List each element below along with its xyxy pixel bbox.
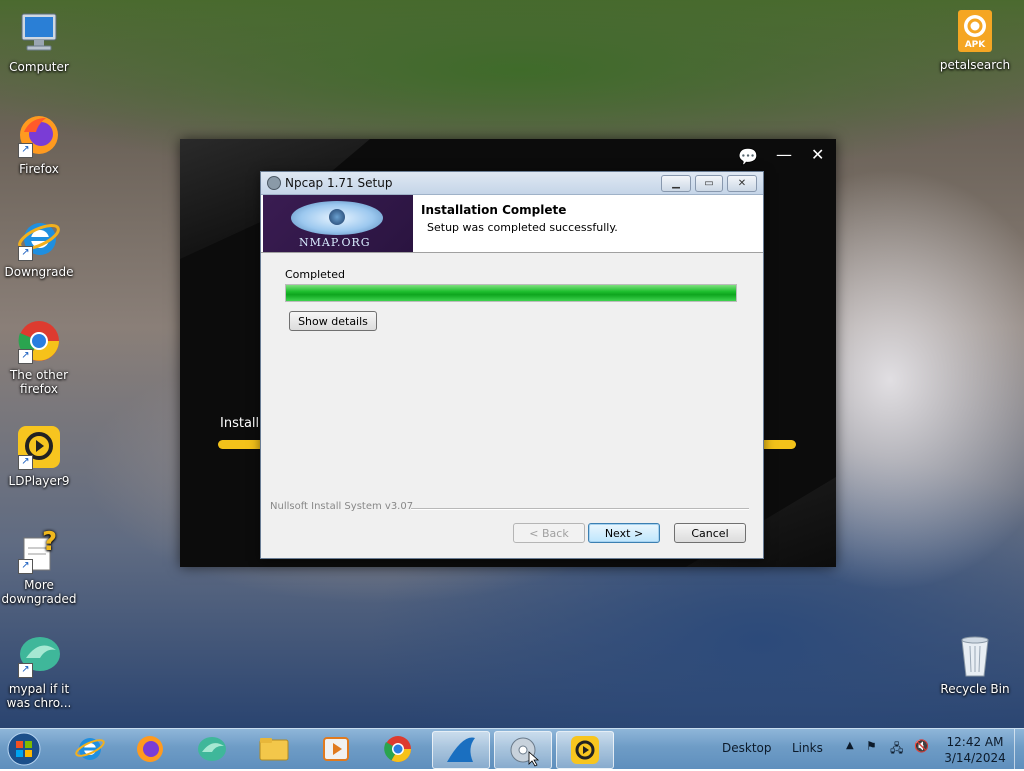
feedback-icon[interactable]: 💬 — [738, 147, 758, 166]
taskbar-internet-explorer[interactable] — [62, 731, 118, 767]
desktop-icon-the-other-firefox[interactable]: ↗ The other firefox — [0, 318, 78, 396]
media-player-icon — [323, 737, 349, 761]
network-icon[interactable]: 🖧 — [890, 739, 903, 760]
nmap-logo: NMAP.ORG — [263, 195, 413, 252]
install-progress-fill — [286, 285, 736, 301]
taskbar-npcap-setup[interactable] — [494, 731, 552, 769]
setup-app-icon — [267, 176, 281, 190]
desktop-icon-label: petalsearch — [939, 58, 1011, 72]
desktop-toolbar[interactable]: Desktop — [722, 741, 772, 755]
firefox-icon: ↗ — [16, 112, 62, 158]
cancel-button[interactable]: Cancel — [674, 523, 746, 543]
volume-muted-icon[interactable]: 🔇 — [914, 739, 929, 753]
desktop-icon-recycle-bin[interactable]: Recycle Bin — [936, 632, 1014, 696]
ldplayer-icon: ↗ — [16, 424, 62, 470]
close-button[interactable]: ✕ — [727, 175, 757, 192]
taskbar-media-player[interactable] — [308, 731, 364, 767]
taskbar-firefox[interactable] — [122, 731, 178, 767]
desktop-icon-ldplayer9[interactable]: ↗ LDPlayer9 — [0, 424, 78, 488]
computer-icon — [16, 10, 62, 56]
wireshark-fin-icon — [447, 737, 475, 762]
progress-label: Completed — [285, 268, 345, 281]
dialog-title: Npcap 1.71 Setup — [285, 176, 393, 190]
npcap-setup-dialog[interactable]: Npcap 1.71 Setup ▁ ▭ ✕ NMAP.ORG Installa… — [260, 171, 764, 559]
shortcut-arrow-icon: ↗ — [18, 663, 33, 678]
recycle-bin-icon — [952, 632, 998, 678]
desktop-icon-mypal[interactable]: ↗ mypal if it was chro... — [0, 632, 78, 710]
taskbar-chrome[interactable] — [370, 731, 426, 767]
desktop-icon-label: More downgraded — [1, 578, 77, 606]
show-details-button[interactable]: Show details — [289, 311, 377, 331]
desktop-icon-label: LDPlayer9 — [8, 474, 70, 488]
show-desktop-button[interactable] — [1014, 729, 1024, 769]
desktop-icon-label: Computer — [9, 60, 69, 74]
system-clock[interactable]: 12:42 AM 3/14/2024 — [940, 734, 1010, 766]
dialog-titlebar[interactable]: Npcap 1.71 Setup ▁ ▭ ✕ — [261, 172, 763, 195]
taskbar-mypal[interactable] — [184, 731, 240, 767]
taskbar-file-explorer[interactable] — [246, 731, 302, 767]
desktop-icon-label: The other firefox — [9, 368, 69, 396]
close-button[interactable]: ✕ — [811, 145, 824, 164]
show-hidden-icons-button[interactable]: ▲ — [846, 740, 854, 751]
mypal-icon: ↗ — [16, 632, 62, 678]
firefox-icon — [137, 736, 163, 762]
apk-badge: APK — [964, 40, 986, 50]
minimize-button[interactable]: — — [776, 145, 792, 164]
clock-time: 12:42 AM — [946, 735, 1004, 749]
taskbar-ldplayer[interactable] — [556, 731, 614, 769]
folder-icon — [259, 738, 289, 761]
desktop-icon-label: mypal if it was chro... — [6, 682, 72, 710]
desktop-icon-label: Recycle Bin — [940, 682, 1010, 696]
shortcut-arrow-icon: ↗ — [18, 455, 33, 470]
taskbar: Desktop Links ▲ ⚑ 🖧 🔇 12:42 AM 3/14/2024 — [0, 728, 1024, 769]
desktop-icon-firefox[interactable]: ↗ Firefox — [0, 112, 78, 176]
next-button[interactable]: Next > — [588, 523, 660, 543]
shortcut-arrow-icon: ↗ — [18, 559, 33, 574]
action-center-flag-icon[interactable]: ⚑ — [866, 739, 877, 753]
taskbar-wireshark[interactable] — [432, 731, 490, 769]
internet-explorer-icon — [75, 738, 105, 760]
minimize-button[interactable]: ▁ — [661, 175, 691, 192]
header-title: Installation Complete — [421, 203, 567, 217]
setup-disc-icon — [510, 737, 540, 767]
header-subtitle: Setup was completed successfully. — [427, 221, 618, 234]
dialog-header: NMAP.ORG Installation Complete Setup was… — [261, 195, 763, 253]
install-progress-bar — [285, 284, 737, 302]
desktop-icon-label: Downgrade — [4, 265, 74, 279]
shortcut-arrow-icon: ↗ — [18, 349, 33, 364]
desktop-icon-downgrade[interactable]: ↗ Downgrade — [0, 215, 78, 279]
apk-icon: APK — [952, 8, 998, 54]
mypal-icon — [198, 737, 226, 761]
nmap-logo-text: NMAP.ORG — [299, 236, 371, 249]
chrome-icon — [384, 736, 412, 763]
svg-text:?: ? — [42, 528, 57, 557]
shortcut-arrow-icon: ↗ — [18, 143, 33, 158]
start-button[interactable] — [2, 731, 50, 767]
shortcut-arrow-icon: ↗ — [18, 246, 33, 261]
internet-explorer-icon: ↗ — [16, 215, 62, 261]
chrome-icon: ↗ — [16, 318, 62, 364]
desktop-icon-petalsearch[interactable]: APK petalsearch — [936, 8, 1014, 72]
desktop-icon-label: Firefox — [19, 162, 59, 176]
nsis-branding: Nullsoft Install System v3.07 — [270, 501, 414, 512]
windows-start-icon — [7, 732, 41, 766]
desktop-icon-computer[interactable]: Computer — [0, 10, 78, 74]
desktop-background: Computer ↗ Firefox ↗ Downgrade ↗ The oth… — [0, 0, 1024, 728]
clock-date: 3/14/2024 — [944, 751, 1006, 765]
nmap-pupil — [329, 209, 345, 225]
desktop-icon-more-downgraded[interactable]: ? ↗ More downgraded — [0, 527, 78, 606]
links-toolbar[interactable]: Links — [792, 741, 823, 755]
help-document-icon: ? ↗ — [16, 527, 62, 574]
maximize-button[interactable]: ▭ — [695, 175, 723, 192]
ldplayer-icon — [571, 736, 599, 764]
branding-divider — [411, 508, 749, 510]
back-button[interactable]: < Back — [513, 523, 585, 543]
